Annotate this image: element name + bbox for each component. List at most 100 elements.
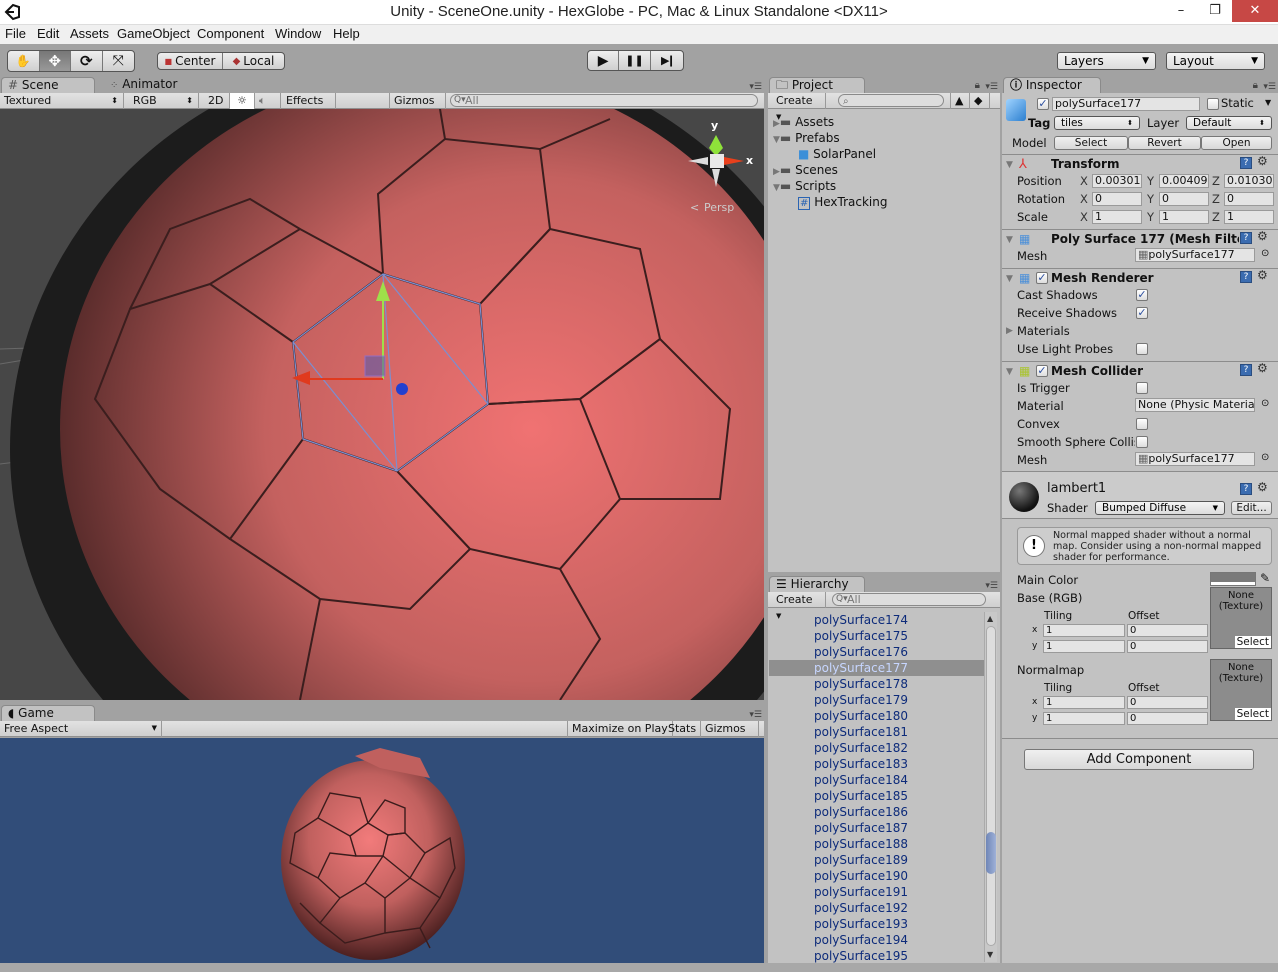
tree-item-hextracking[interactable]: # HexTracking [798,195,887,210]
tab-hierarchy[interactable]: ☰ Hierarchy [769,576,865,593]
transform-position-z-field[interactable]: 0.01030 [1224,174,1274,188]
normal-texture-slot[interactable]: None (Texture) Select [1210,659,1272,721]
expand-arrow-icon[interactable]: ▶ [1006,326,1013,336]
hierarchy-item[interactable]: polySurface189 [769,852,984,868]
move-tool-button[interactable]: ✥ [39,51,71,71]
game-viewport[interactable] [0,738,764,963]
base-texture-slot[interactable]: None (Texture) Select [1210,587,1272,649]
tab-scene[interactable]: # Scene [1,77,95,94]
scroll-up-icon[interactable]: ▲ [987,614,993,623]
help-icon[interactable]: ? [1240,364,1252,376]
stats-toggle[interactable]: Stats [664,721,702,737]
transform-position-x-field[interactable]: 0.00301 [1092,174,1142,188]
tree-item-solarpanel[interactable]: ■ SolarPanel [798,147,876,161]
eyedropper-icon[interactable]: ✎ [1260,571,1270,585]
tab-inspector[interactable]: ⓘ Inspector [1003,77,1101,94]
menu-file[interactable]: File [5,26,26,41]
hierarchy-item[interactable]: polySurface180 [769,708,984,724]
hierarchy-item[interactable]: polySurface192 [769,900,984,916]
collapse-arrow-icon[interactable]: ▼ [1006,160,1013,170]
hierarchy-item[interactable]: polySurface181 [769,724,984,740]
x-axis-label[interactable]: X [1080,174,1088,188]
pivot-center-button[interactable]: ■ Center [158,53,223,69]
normal-offset-x[interactable]: 0 [1127,696,1208,709]
channel-dropdown[interactable]: RGB ⬍ [129,93,199,109]
normal-offset-y[interactable]: 0 [1127,712,1208,725]
transform-scale-x-field[interactable]: 1 [1092,210,1142,224]
hand-tool-button[interactable]: ✋ [8,51,40,71]
help-icon[interactable]: ? [1240,232,1252,244]
hierarchy-item[interactable]: polySurface191 [769,884,984,900]
hierarchy-item[interactable]: polySurface190 [769,868,984,884]
base-offset-y[interactable]: 0 [1127,640,1208,653]
effects-dropdown[interactable]: Effects ▼ [282,93,336,121]
active-checkbox[interactable]: ✓ [1037,98,1049,110]
texture-select-button[interactable]: Select [1234,708,1271,720]
audio-toggle[interactable]: 🔈︎ [255,93,281,109]
collapse-arrow-icon[interactable]: ▼ [1006,274,1013,284]
layers-dropdown[interactable]: Layers ▼ [1057,52,1156,70]
static-dropdown-icon[interactable]: ▼ [1265,98,1271,107]
aspect-dropdown[interactable]: Free Aspect ▼ [0,721,162,737]
y-axis-label[interactable]: Y [1147,174,1154,188]
hierarchy-item[interactable]: polySurface176 [769,644,984,660]
smooth-sphere-checkbox[interactable] [1136,436,1148,448]
help-icon[interactable]: ? [1240,483,1252,495]
tree-item-prefabs[interactable]: ▼▬ Prefabs [773,131,840,145]
hierarchy-item[interactable]: polySurface183 [769,756,984,772]
y-axis-label[interactable]: Y [1147,192,1154,206]
layer-dropdown[interactable]: Default ⬍ [1186,116,1272,130]
transform-position-y-field[interactable]: 0.00409 [1159,174,1209,188]
model-select-button[interactable]: Select [1054,136,1128,150]
scroll-down-icon[interactable]: ▼ [987,950,993,959]
menu-component[interactable]: Component [197,26,264,41]
tree-item-assets[interactable]: ▶▬ Assets [773,115,834,129]
hierarchy-item[interactable]: polySurface177 [769,660,984,676]
panel-menu-icon[interactable]: ▾☰ [1263,82,1276,92]
main-color-swatch[interactable] [1210,572,1256,586]
rotate-tool-button[interactable]: ⟳ [71,51,103,71]
maximize-on-play-toggle[interactable]: Maximize on Play [567,721,673,737]
game-gizmos-dropdown[interactable]: Gizmos ▼ [701,721,759,749]
lock-icon[interactable]: 🔒︎ [1253,80,1258,91]
texture-select-button[interactable]: Select [1234,636,1271,648]
hierarchy-item[interactable]: polySurface175 [769,628,984,644]
x-axis-label[interactable]: X [1080,210,1088,224]
tab-animator[interactable]: ⁘ Animator [104,77,194,94]
hierarchy-item[interactable]: polySurface193 [769,916,984,932]
menu-edit[interactable]: Edit [37,26,59,41]
panel-menu-icon[interactable]: ▾☰ [749,82,762,92]
gear-icon[interactable]: ⚙ [1257,480,1268,494]
filter-by-label-button[interactable]: ◆ [970,93,990,109]
transform-rotation-y-field[interactable]: 0 [1159,192,1209,206]
object-name-field[interactable]: polySurface177 [1052,97,1200,111]
scroll-track[interactable] [986,626,996,946]
z-axis-label[interactable]: Z [1212,192,1220,206]
hierarchy-item[interactable]: polySurface184 [769,772,984,788]
transform-rotation-x-field[interactable]: 0 [1092,192,1142,206]
normal-tiling-x[interactable]: 1 [1043,696,1125,709]
hierarchy-item[interactable]: polySurface195 [769,948,984,963]
static-checkbox[interactable] [1207,98,1219,110]
shader-edit-button[interactable]: Edit... [1231,501,1272,515]
mesh-renderer-enabled-checkbox[interactable]: ✓ [1036,272,1048,284]
shader-dropdown[interactable]: Bumped Diffuse ▼ [1095,501,1225,515]
base-tiling-x[interactable]: 1 [1043,624,1125,637]
base-offset-x[interactable]: 0 [1127,624,1208,637]
lock-icon[interactable]: 🔒︎ [975,80,980,91]
panel-menu-icon[interactable]: ▾☰ [985,82,998,92]
hierarchy-item[interactable]: polySurface179 [769,692,984,708]
tab-project[interactable]: 🗀︎ Project [769,77,865,94]
object-picker-icon[interactable]: ⊙ [1261,452,1269,463]
gear-icon[interactable]: ⚙ [1257,268,1268,282]
collapse-arrow-icon[interactable]: ▼ [1006,367,1013,377]
model-open-button[interactable]: Open [1201,136,1272,150]
project-search-input[interactable]: ⌕ [838,94,944,107]
menu-help[interactable]: Help [333,26,360,41]
projection-mode[interactable]: Persp [704,201,734,214]
menu-assets[interactable]: Assets [70,26,109,41]
projection-label[interactable]: < [690,201,699,214]
z-axis-label[interactable]: Z [1212,174,1220,188]
2d-toggle[interactable]: 2D [204,93,230,109]
tab-game[interactable]: ◖ Game [1,705,95,722]
